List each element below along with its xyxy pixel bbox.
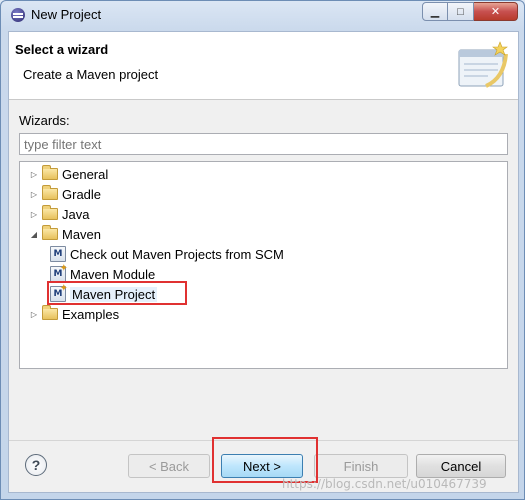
folder-icon: [42, 185, 58, 200]
wizard-tree[interactable]: ▷ General ▷ Gradle ▷ Java ◢ Maven M Chec…: [19, 161, 508, 369]
tree-item-general[interactable]: ▷ General: [28, 164, 108, 184]
minimize-icon: ▁: [430, 6, 440, 18]
page-title: Select a wizard: [15, 42, 109, 57]
minimize-button[interactable]: ▁: [422, 2, 448, 21]
finish-button[interactable]: Finish: [314, 454, 408, 478]
tree-item-label: Maven: [62, 226, 102, 242]
tree-item-label: Java: [62, 206, 90, 222]
tree-item-label: Maven Module: [70, 266, 156, 282]
title-bar: New Project ▁ □ ✕: [1, 1, 524, 29]
tree-item-label: Examples: [62, 306, 120, 322]
wizard-header: Select a wizard Create a Maven project: [9, 32, 518, 100]
eclipse-icon: [11, 8, 25, 22]
dialog-content: Select a wizard Create a Maven project W…: [8, 31, 519, 493]
close-icon: ✕: [490, 6, 501, 18]
page-description: Create a Maven project: [23, 67, 159, 82]
maven-project-highlight: [47, 281, 187, 305]
wizard-banner-icon: [458, 41, 508, 88]
dialog-window: New Project ▁ □ ✕ Select a wizard Create…: [0, 0, 525, 500]
tree-item-maven[interactable]: ◢ Maven: [28, 224, 101, 244]
wizards-label: Wizards:: [19, 113, 70, 128]
collapse-arrow-icon[interactable]: ◢: [28, 230, 40, 239]
tree-item-java[interactable]: ▷ Java: [28, 204, 89, 224]
folder-icon: [42, 305, 58, 320]
tree-item-label: Check out Maven Projects from SCM: [70, 246, 284, 262]
folder-icon: [42, 165, 58, 180]
expand-arrow-icon[interactable]: ▷: [28, 170, 40, 179]
tree-item-gradle[interactable]: ▷ Gradle: [28, 184, 101, 204]
cancel-button[interactable]: Cancel: [416, 454, 506, 478]
filter-input[interactable]: [19, 133, 508, 155]
back-button[interactable]: < Back: [128, 454, 210, 478]
help-button[interactable]: ?: [25, 454, 47, 476]
window-controls: ▁ □ ✕: [422, 2, 518, 21]
window-title: New Project: [31, 7, 102, 22]
folder-open-icon: [42, 225, 58, 240]
tree-item-label: Gradle: [62, 186, 102, 202]
maximize-button[interactable]: □: [448, 2, 474, 21]
folder-icon: [42, 205, 58, 220]
tree-item-label: General: [62, 166, 109, 182]
maven-checkout-icon: M: [50, 246, 66, 262]
maximize-icon: □: [457, 5, 464, 18]
tree-item-checkout-maven[interactable]: M Check out Maven Projects from SCM: [48, 244, 284, 264]
expand-arrow-icon[interactable]: ▷: [28, 190, 40, 199]
help-icon: ?: [31, 457, 41, 473]
watermark-text: https://blog.csdn.net/u010467739: [282, 477, 487, 491]
maven-module-icon: M ✦: [50, 263, 68, 282]
expand-arrow-icon[interactable]: ▷: [28, 210, 40, 219]
tree-item-examples[interactable]: ▷ Examples: [28, 304, 119, 324]
close-button[interactable]: ✕: [474, 2, 518, 21]
expand-arrow-icon[interactable]: ▷: [28, 310, 40, 319]
